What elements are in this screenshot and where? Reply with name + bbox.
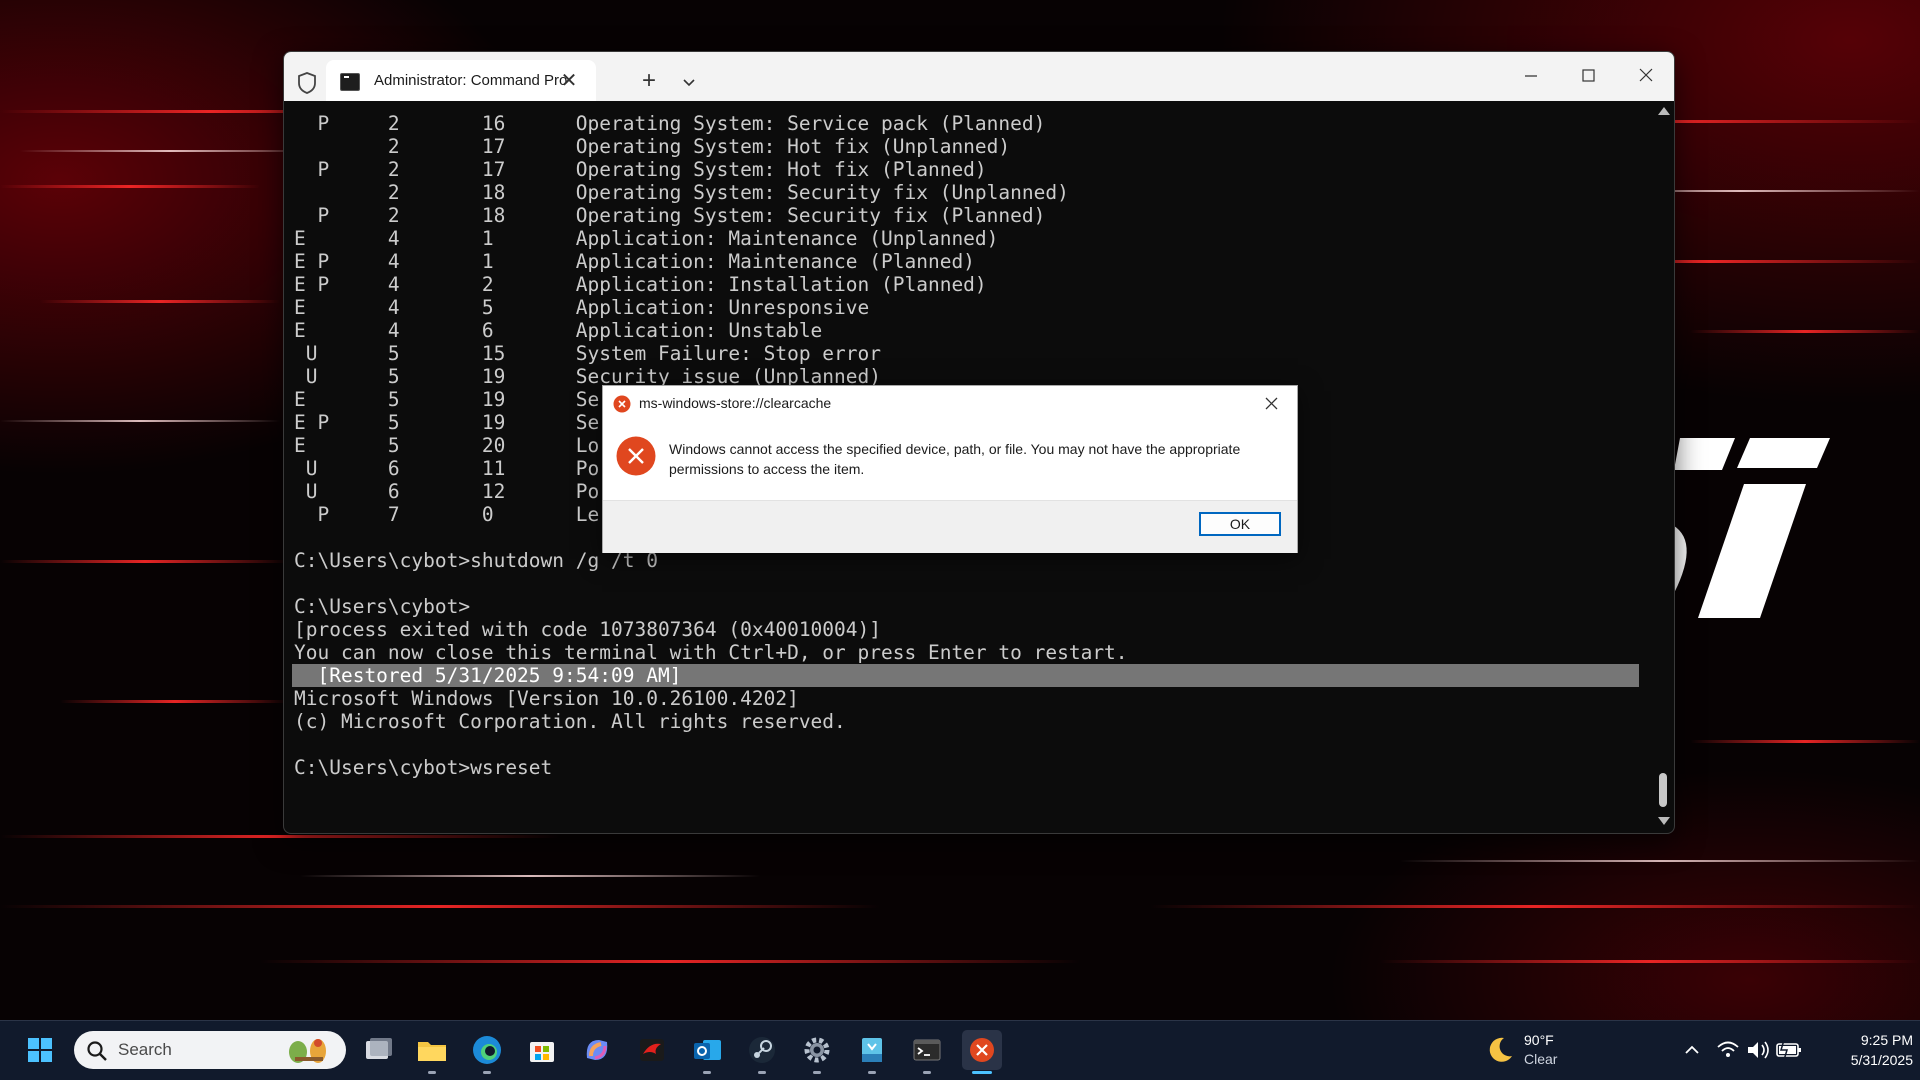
taskbar: Search 90°F Clear 9:25 PM 5/31/2025 — [0, 1020, 1920, 1080]
chevron-down-icon — [683, 79, 695, 87]
microsoft-store-button[interactable] — [522, 1030, 562, 1070]
dialog-message: Windows cannot access the specified devi… — [669, 441, 1241, 477]
terminal-line: E 4 6 Application: Unstable — [294, 319, 823, 342]
weather-condition: Clear — [1524, 1051, 1558, 1067]
copilot-button[interactable] — [577, 1030, 617, 1070]
command-prompt-icon — [340, 73, 360, 91]
chevron-up-icon[interactable] — [1680, 1030, 1704, 1070]
clock[interactable]: 9:25 PM 5/31/2025 — [1818, 1030, 1913, 1070]
task-view-button[interactable] — [357, 1030, 397, 1070]
search-box[interactable]: Search — [74, 1031, 346, 1069]
search-icon — [87, 1041, 107, 1061]
msi-dragon-icon — [640, 1039, 664, 1061]
search-highlight-icon — [289, 1039, 326, 1063]
close-icon — [1265, 397, 1278, 410]
tab-dropdown-button[interactable] — [674, 68, 704, 98]
task-view-icon — [366, 1038, 392, 1059]
terminal-line: [process exited with code 1073807364 (0x… — [294, 618, 881, 641]
steam-button[interactable] — [742, 1030, 782, 1074]
terminal-line: P 2 16 Operating System: Service pack (P… — [294, 112, 1046, 135]
folder-icon — [418, 1042, 446, 1061]
msi-center-button[interactable] — [632, 1030, 672, 1070]
minimize-button[interactable] — [1501, 52, 1559, 98]
terminal-line: U 5 15 System Failure: Stop error — [294, 342, 881, 365]
media-tool-button[interactable] — [852, 1030, 892, 1074]
edge-button[interactable] — [467, 1030, 507, 1074]
clock-time: 9:25 PM — [1860, 1032, 1913, 1048]
gear-icon — [804, 1037, 830, 1063]
start-button[interactable] — [20, 1030, 60, 1070]
error-dialog[interactable]: ms-windows-store://clearcache Windows ca… — [602, 385, 1298, 553]
clock-date: 5/31/2025 — [1850, 1052, 1913, 1068]
wifi-icon[interactable] — [1714, 1030, 1742, 1070]
scroll-thumb[interactable] — [1659, 773, 1667, 807]
minimize-icon — [1525, 75, 1537, 77]
outlook-button[interactable] — [687, 1030, 727, 1074]
file-explorer-button[interactable] — [412, 1030, 452, 1074]
maximize-icon — [1582, 69, 1595, 82]
terminal-line: (c) Microsoft Corporation. All rights re… — [294, 710, 846, 733]
battery-icon[interactable] — [1774, 1030, 1804, 1070]
terminal-line: P 2 18 Operating System: Security fix (P… — [294, 204, 1046, 227]
terminal-line: E 4 1 Application: Maintenance (Unplanne… — [294, 227, 999, 250]
ok-button[interactable]: OK — [1199, 512, 1281, 536]
terminal-line: [Restored 5/31/2025 9:54:09 AM] — [292, 664, 1639, 687]
terminal-line: P 2 17 Operating System: Hot fix (Planne… — [294, 158, 987, 181]
store-icon — [530, 1042, 554, 1062]
dialog-footer: OK — [603, 500, 1297, 553]
outlook-icon — [694, 1040, 721, 1060]
error-icon — [616, 436, 656, 476]
weather-temperature: 90°F — [1524, 1032, 1554, 1048]
installer-icon — [862, 1038, 882, 1062]
dialog-title: ms-windows-store://clearcache — [639, 395, 832, 411]
shield-icon — [298, 72, 316, 94]
terminal-line: You can now close this terminal with Ctr… — [294, 641, 1128, 664]
close-window-button[interactable] — [1617, 52, 1674, 98]
error-icon — [970, 1038, 994, 1062]
terminal-line: C:\Users\cybot>wsreset — [294, 756, 553, 779]
terminal-line: 2 18 Operating System: Security fix (Unp… — [294, 181, 1069, 204]
error-small-icon — [613, 395, 631, 413]
search-placeholder: Search — [118, 1040, 172, 1059]
terminal-button[interactable] — [907, 1030, 947, 1074]
msi-logo — [1660, 438, 1830, 618]
terminal-line: C:\Users\cybot> — [294, 595, 471, 618]
tab-title: Administrator: Command Pro — [374, 72, 568, 89]
weather-widget[interactable]: 90°F Clear — [1480, 1030, 1600, 1070]
windows-logo-icon — [28, 1038, 52, 1062]
copilot-icon — [586, 1040, 608, 1060]
terminal-line: E 4 5 Application: Unresponsive — [294, 296, 870, 319]
close-tab-button[interactable]: ✕ — [556, 68, 582, 94]
scrollbar[interactable] — [1656, 103, 1670, 833]
dialog-body: Windows cannot access the specified devi… — [603, 424, 1297, 486]
new-tab-button[interactable]: + — [634, 66, 664, 96]
volume-icon[interactable] — [1744, 1030, 1772, 1070]
system-tray — [1680, 1030, 1810, 1070]
terminal-line: E P 4 2 Application: Installation (Plann… — [294, 273, 987, 296]
tab-admin-command-prompt[interactable]: Administrator: Command Pro ✕ — [326, 60, 596, 101]
steam-icon — [749, 1037, 775, 1063]
moon-icon — [1489, 1037, 1512, 1062]
terminal-icon — [913, 1039, 941, 1061]
settings-button[interactable] — [797, 1030, 837, 1074]
terminal-line: E P 4 1 Application: Maintenance (Planne… — [294, 250, 975, 273]
scroll-up-arrow-icon[interactable] — [1658, 107, 1670, 115]
close-icon — [1639, 68, 1653, 82]
maximize-button[interactable] — [1559, 52, 1617, 98]
terminal-line: 2 17 Operating System: Hot fix (Unplanne… — [294, 135, 1011, 158]
title-bar[interactable]: Administrator: Command Pro ✕ + — [284, 52, 1674, 101]
edge-icon — [473, 1036, 501, 1064]
error-dialog-taskbar-button[interactable] — [962, 1030, 1002, 1074]
dialog-close-button[interactable] — [1257, 390, 1287, 418]
terminal-line: Microsoft Windows [Version 10.0.26100.42… — [294, 687, 799, 710]
scroll-down-arrow-icon[interactable] — [1658, 817, 1670, 825]
